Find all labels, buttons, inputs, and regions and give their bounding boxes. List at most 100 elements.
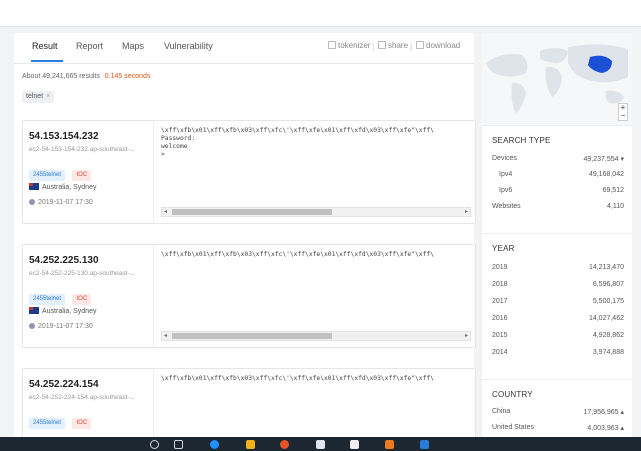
download-label: download [426, 41, 461, 50]
close-icon[interactable]: × [46, 93, 50, 100]
chrome-browser-icon[interactable] [280, 440, 289, 449]
tokenizer-button[interactable]: tokenizer [328, 41, 370, 50]
result-banner: \xff\xfb\x01\xff\xfb\x03\xff\xfc\'\xff\x… [161, 375, 434, 382]
facet-label: Ipv6 [499, 187, 513, 194]
facet-label: Ipv4 [499, 171, 513, 178]
edge-browser-icon[interactable] [210, 440, 219, 449]
clock-icon [29, 199, 35, 205]
result-banner: \xff\xfb\x01\xff\xfb\x03\xff\xfc\'\xff\x… [161, 127, 434, 158]
australia-flag-icon [29, 307, 39, 314]
scrollbar-thumb[interactable] [172, 209, 332, 215]
facet-row-2014[interactable]: 2014 3,974,888 [492, 349, 624, 361]
result-card-info: 54.252.225.130 ec2-54-252-225-130.ap-sou… [23, 245, 154, 347]
facet-value: 69,512 [602, 187, 624, 194]
facet-row-2019[interactable]: 2019 14,213,470 [492, 264, 624, 276]
facet-row-china[interactable]: China 17,956,965 ▴ [492, 408, 624, 420]
app-icon[interactable] [316, 440, 325, 449]
os-taskbar [0, 437, 641, 451]
facet-row-united-states[interactable]: United States 4,003,963 ▴ [492, 424, 624, 436]
australia-flag-icon [29, 183, 39, 190]
share-icon [378, 41, 386, 49]
facet-value: 14,213,470 [588, 264, 624, 271]
ioc-badge[interactable]: IOC [72, 170, 92, 181]
facet-value: 17,956,965 ▴ [583, 409, 625, 416]
section-title: COUNTRY [492, 390, 533, 399]
share-button[interactable]: share [378, 41, 408, 50]
stats-sidebar: + − SEARCH TYPE Devices 49,237,554 ▾ Ipv… [482, 33, 632, 437]
scroll-left-icon[interactable]: ◂ [164, 208, 167, 216]
world-map[interactable]: + − [482, 33, 632, 126]
scroll-right-icon[interactable]: ▸ [465, 332, 468, 340]
result-badges: 2455telnet IOC [29, 411, 94, 429]
result-ip-link[interactable]: 54.252.225.130 [29, 255, 99, 266]
share-label: share [388, 41, 409, 50]
facet-row-ipv6[interactable]: Ipv6 69,512 [492, 187, 624, 199]
scroll-right-icon[interactable]: ▸ [465, 208, 468, 216]
facet-row-2018[interactable]: 2018 6,596,807 [492, 281, 624, 293]
facet-value: 3,974,888 [592, 349, 624, 356]
banner-scrollbar[interactable]: ◂ ▸ [161, 207, 471, 217]
facet-label: 2019 [492, 264, 508, 271]
result-ip-link[interactable]: 54.252.224.154 [29, 379, 99, 390]
banner-scrollbar[interactable]: ◂ ▸ [161, 331, 471, 341]
facet-label: 2016 [492, 315, 508, 322]
facet-label: 2015 [492, 332, 508, 339]
scroll-left-icon[interactable]: ◂ [164, 332, 167, 340]
filter-tag-telnet[interactable]: telnet × [22, 91, 55, 103]
result-tabs: Result Report Maps Vulnerability tokeniz… [14, 33, 474, 64]
ioc-badge[interactable]: IOC [72, 418, 92, 429]
store-icon[interactable] [350, 440, 359, 449]
result-date: 2019-11-07 17:30 [29, 199, 93, 206]
task-view-icon[interactable] [174, 440, 183, 449]
word-app-icon[interactable] [420, 440, 429, 449]
download-button[interactable]: download [416, 41, 460, 50]
result-location[interactable]: Australia, Sydney [29, 307, 96, 315]
facet-row-ipv4[interactable]: Ipv4 49,168,042 [492, 171, 624, 183]
result-card: 54.252.224.154 ec2-54-252-224-154.ap-sou… [22, 368, 476, 438]
result-summary: About 49,241,665 results 0.145 seconds [22, 73, 150, 80]
map-zoom-control[interactable]: + − [618, 103, 628, 121]
facet-value: 49,237,554 ▾ [583, 156, 625, 163]
facet-row-2017[interactable]: 2017 5,500,175 [492, 298, 624, 310]
date-label: 2019-11-07 17:30 [38, 199, 93, 206]
scrollbar-thumb[interactable] [172, 333, 332, 339]
result-card-info: 54.252.224.154 ec2-54-252-224-154.ap-sou… [23, 369, 154, 438]
result-card-info: 54.153.154.232 ec2-54-153-154-232.ap-sou… [23, 121, 154, 223]
world-map-graphic [486, 44, 628, 113]
tab-result[interactable]: Result [32, 41, 58, 51]
facet-row-devices[interactable]: Devices 49,237,554 ▾ [492, 155, 624, 167]
year-section: YEAR 2019 14,213,470 2018 6,596,807 2017… [482, 233, 632, 370]
facet-value: 4,110 [607, 203, 624, 210]
file-explorer-icon[interactable] [246, 440, 255, 449]
search-type-section: SEARCH TYPE Devices 49,237,554 ▾ Ipv4 49… [482, 125, 632, 222]
port-badge[interactable]: 2455telnet [29, 170, 66, 181]
search-time: 0.145 seconds [104, 73, 151, 80]
result-location[interactable]: Australia, Sydney [29, 183, 96, 191]
facet-row-2016[interactable]: 2016 14,027,462 [492, 315, 624, 327]
facet-label: Websites [492, 203, 521, 210]
facet-row-2015[interactable]: 2015 4,928,862 [492, 332, 624, 344]
location-label: Australia, Sydney [42, 184, 97, 191]
result-count: About 49,241,665 results [22, 73, 100, 80]
tokenizer-icon [328, 41, 336, 49]
tab-report[interactable]: Report [76, 41, 103, 51]
ioc-badge[interactable]: IOC [72, 294, 92, 305]
result-badges: 2455telnet IOC [29, 287, 94, 305]
office-app-icon[interactable] [385, 440, 394, 449]
result-card: 54.252.225.130 ec2-54-252-225-130.ap-sou… [22, 244, 476, 348]
facet-value: 49,168,042 [588, 171, 624, 178]
filter-tag-label: telnet [26, 93, 44, 100]
date-label: 2019-11-07 17:30 [38, 323, 93, 330]
result-hostname: ec2-54-252-224-154.ap-southeast-... [29, 394, 135, 401]
result-ip-link[interactable]: 54.153.154.232 [29, 131, 99, 142]
zoom-out-icon[interactable]: − [619, 112, 627, 120]
port-badge[interactable]: 2455telnet [29, 294, 66, 305]
facet-row-websites[interactable]: Websites 4,110 [492, 203, 624, 215]
result-hostname: ec2-54-252-225-130.ap-southeast-... [29, 270, 135, 277]
tab-vulnerability[interactable]: Vulnerability [164, 41, 213, 51]
facet-label: Devices [492, 155, 517, 162]
search-icon[interactable] [150, 440, 159, 449]
active-tab-indicator [31, 60, 63, 62]
tab-maps[interactable]: Maps [122, 41, 144, 51]
port-badge[interactable]: 2455telnet [29, 418, 66, 429]
